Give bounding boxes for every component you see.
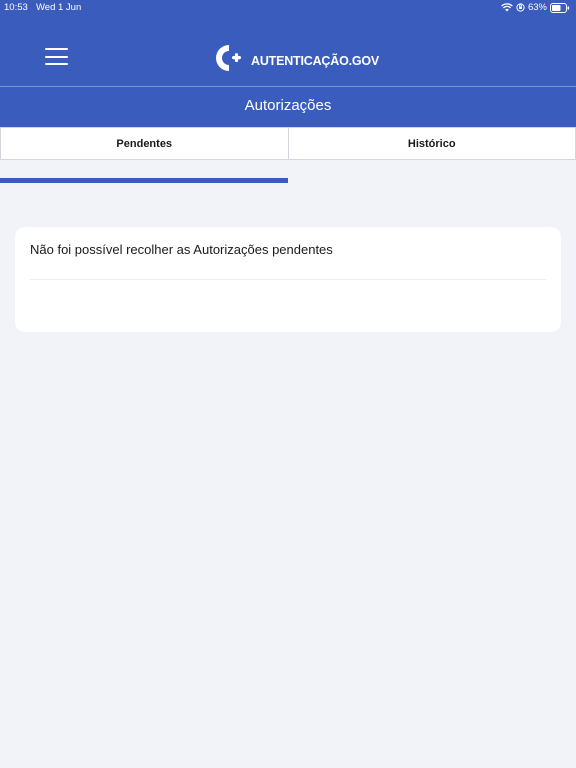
error-card: Não foi possível recolher as Autorizaçõe… (15, 227, 561, 332)
status-bar: 10:53 Wed 1 Jun 63% (0, 0, 576, 16)
logo-text: AUTENTICAÇÃO.GOV (251, 53, 380, 68)
app-header: 10:53 Wed 1 Jun 63% AUTENTICAÇÃO.GOV Aut… (0, 0, 576, 127)
selected-tab-indicator (0, 178, 288, 183)
tab-historico[interactable]: Histórico (288, 127, 576, 160)
orientation-lock-icon (516, 3, 525, 12)
status-indicators: 63% (501, 2, 570, 13)
tab-bar: Pendentes Histórico (0, 127, 576, 160)
battery-percent: 63% (527, 2, 547, 13)
hamburger-menu-icon[interactable] (45, 48, 69, 66)
status-time: 10:53 (4, 2, 28, 13)
error-message: Não foi possível recolher as Autorizaçõe… (30, 242, 333, 257)
logo-icon (213, 42, 243, 79)
wifi-icon (501, 3, 513, 12)
card-divider (30, 279, 546, 280)
status-date: Wed 1 Jun (36, 2, 82, 13)
header-divider (0, 86, 576, 87)
app-logo: AUTENTICAÇÃO.GOV (213, 42, 379, 79)
battery-icon (550, 2, 570, 13)
tab-pendentes[interactable]: Pendentes (0, 127, 289, 160)
page-title: Autorizações (244, 97, 332, 114)
